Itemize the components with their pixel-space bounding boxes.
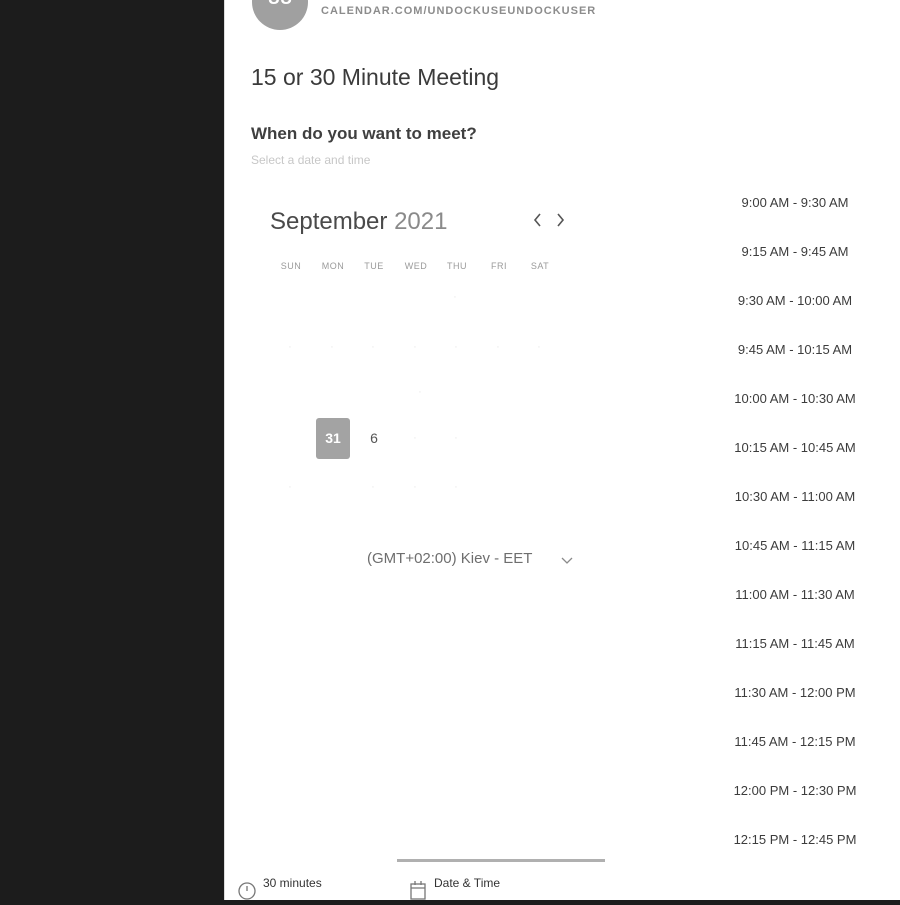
next-month-button[interactable]	[555, 210, 565, 232]
time-slot-button[interactable]: 9:30 AM - 10:00 AM	[725, 288, 865, 314]
calendar-day-unavailable: ·	[371, 481, 375, 493]
calendar-day-unavailable: ·	[454, 341, 458, 353]
calendar-day[interactable]: 6	[357, 418, 391, 458]
chevron-right-icon	[557, 213, 565, 227]
step-date-time[interactable]: Date & Time	[434, 876, 500, 890]
booking-panel: UU CALENDAR.COM/UNDOCKUSEUNDOCKUSER 15 o…	[224, 0, 900, 900]
calendar-day-unavailable: ·	[288, 341, 292, 353]
weekday-header: WED	[404, 261, 428, 271]
step-progress-bar	[397, 859, 605, 862]
chevron-down-icon	[561, 550, 573, 569]
prev-month-button[interactable]	[533, 210, 543, 232]
calendar-day-unavailable: ·	[418, 386, 422, 398]
time-slot-button[interactable]: 10:45 AM - 11:15 AM	[725, 533, 865, 559]
section-subtitle: Select a date and time	[251, 153, 371, 167]
timezone-label: (GMT+02:00) Kiev - EET	[367, 550, 533, 567]
calendar-icon	[410, 880, 426, 905]
time-slot-button[interactable]: 12:00 PM - 12:30 PM	[725, 778, 865, 804]
calendar-day-unavailable: ·	[496, 341, 500, 353]
time-slot-button[interactable]: 12:15 PM - 12:45 PM	[725, 827, 865, 853]
calendar-month: September	[270, 208, 388, 235]
timezone-select[interactable]: (GMT+02:00) Kiev - EET	[367, 550, 597, 574]
calendar-day-unavailable: ·	[330, 341, 334, 353]
calendar-day-unavailable: ·	[453, 291, 457, 303]
time-slot-button[interactable]: 10:30 AM - 11:00 AM	[725, 484, 865, 510]
calendar-day-unavailable: ·	[454, 481, 458, 493]
time-slot-button[interactable]: 10:00 AM - 10:30 AM	[725, 386, 865, 412]
avatar: UU	[252, 0, 308, 30]
time-slot-button[interactable]: 9:15 AM - 9:45 AM	[725, 239, 865, 265]
time-slot-button[interactable]: 11:45 AM - 12:15 PM	[725, 729, 865, 755]
clock-icon	[238, 880, 256, 905]
calendar-day-unavailable: ·	[537, 341, 541, 353]
calendar-day-selected[interactable]: 31	[316, 418, 350, 459]
time-slot-button[interactable]: 11:00 AM - 11:30 AM	[725, 582, 865, 608]
time-slot-button[interactable]: 9:45 AM - 10:15 AM	[725, 337, 865, 363]
time-slot-button[interactable]: 11:15 AM - 11:45 AM	[725, 631, 865, 657]
sidebar	[0, 0, 224, 900]
time-slot-button[interactable]: 11:30 AM - 12:00 PM	[725, 680, 865, 706]
calendar-year: 2021	[394, 208, 448, 235]
time-slot-button[interactable]: 10:15 AM - 10:45 AM	[725, 435, 865, 461]
weekday-header: TUE	[364, 261, 384, 271]
weekday-header: SUN	[280, 261, 302, 271]
calendar-day-unavailable: ·	[413, 432, 417, 444]
section-heading: When do you want to meet?	[251, 124, 477, 143]
time-slot-button[interactable]: 9:00 AM - 9:30 AM	[725, 190, 865, 216]
weekday-header: MON	[321, 261, 345, 271]
calendar-day-unavailable: ·	[413, 341, 417, 353]
calendar-day-unavailable: ·	[288, 481, 292, 493]
booking-url: CALENDAR.COM/UNDOCKUSEUNDOCKUSER	[321, 5, 597, 17]
calendar-day-unavailable: ·	[413, 481, 417, 493]
event-title: 15 or 30 Minute Meeting	[251, 64, 500, 90]
weekday-header: THU	[447, 261, 467, 271]
weekday-header: SAT	[530, 261, 550, 271]
calendar-day-unavailable: ·	[454, 432, 458, 444]
calendar-month-year: September 2021	[270, 208, 447, 236]
weekday-header: FRI	[491, 261, 507, 271]
chevron-left-icon	[533, 213, 541, 227]
calendar-day-unavailable: ·	[371, 341, 375, 353]
step-duration[interactable]: 30 minutes	[263, 876, 322, 890]
